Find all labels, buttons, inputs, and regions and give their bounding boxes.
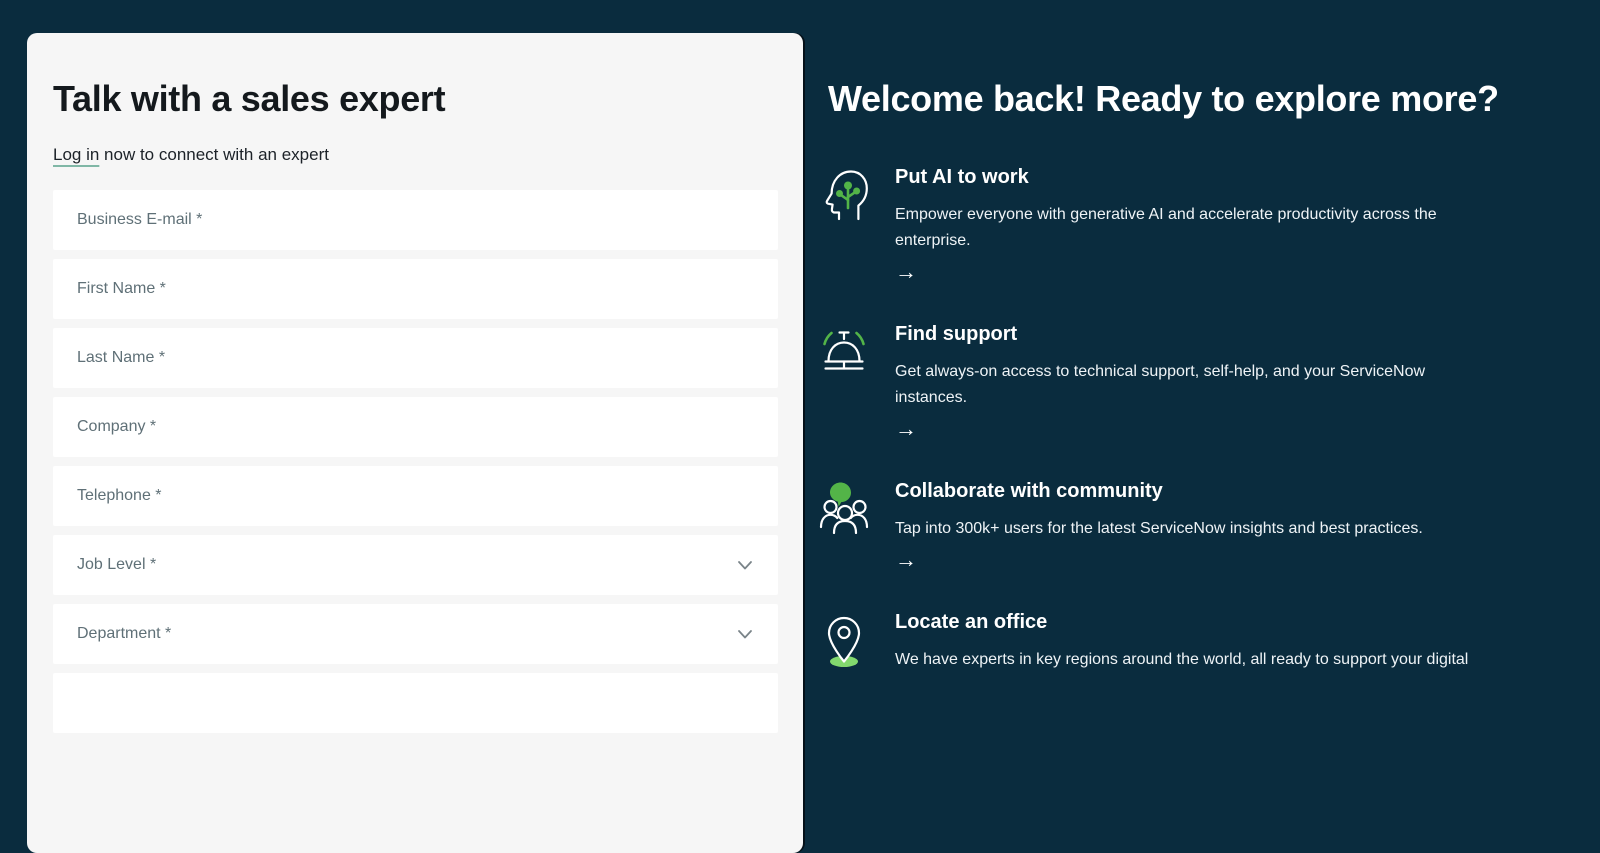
form-title: Talk with a sales expert	[53, 78, 446, 119]
department-select[interactable]: Department *	[53, 604, 778, 664]
welcome-title: Welcome back! Ready to explore more?	[828, 78, 1499, 119]
feature-title: Find support	[895, 323, 1018, 345]
service-bell-icon	[818, 321, 870, 441]
feature-text: Collaborate with community Tap into 300k…	[895, 478, 1423, 572]
login-prompt: Log in now to connect with an expert	[53, 145, 777, 165]
job-level-select[interactable]: Job Level *	[53, 535, 778, 595]
login-prompt-text: now to connect with an expert	[99, 145, 329, 164]
form-field-partial[interactable]	[53, 673, 778, 733]
feature-find-support: Find support Get always-on access to tec…	[818, 321, 1538, 441]
chevron-down-icon	[738, 629, 752, 638]
telephone-input[interactable]	[53, 466, 778, 526]
community-people-icon	[818, 478, 870, 572]
form-fields: Job Level * Department *	[53, 190, 778, 733]
job-level-label: Job Level *	[77, 556, 157, 573]
arrow-link-icon[interactable]: →	[895, 418, 917, 440]
sales-expert-form-card: Talk with a sales expert Log in now to c…	[27, 33, 803, 853]
feature-list: Put AI to work Empower everyone with gen…	[818, 164, 1538, 674]
chevron-down-icon	[738, 560, 752, 569]
first-name-input[interactable]	[53, 259, 778, 319]
first-name-field	[53, 259, 778, 319]
telephone-field	[53, 466, 778, 526]
arrow-link-icon[interactable]: →	[895, 549, 917, 571]
feature-title: Collaborate with community	[895, 480, 1163, 502]
ai-head-icon	[818, 164, 870, 284]
last-name-input[interactable]	[53, 328, 778, 388]
arrow-link-icon[interactable]: →	[895, 261, 917, 283]
company-input[interactable]	[53, 397, 778, 457]
last-name-field	[53, 328, 778, 388]
feature-locate-office: Locate an office We have experts in key …	[818, 609, 1538, 674]
feature-title: Put AI to work	[895, 166, 1029, 188]
business-email-field	[53, 190, 778, 250]
log-in-link[interactable]: Log in	[53, 145, 99, 164]
feature-description: Empower everyone with generative AI and …	[895, 206, 1437, 249]
feature-title: Locate an office	[895, 611, 1048, 633]
feature-description: We have experts in key regions around th…	[895, 651, 1469, 668]
feature-text: Find support Get always-on access to tec…	[895, 321, 1493, 441]
feature-description: Tap into 300k+ users for the latest Serv…	[895, 520, 1423, 537]
feature-text: Locate an office We have experts in key …	[895, 609, 1468, 674]
feature-collaborate-community: Collaborate with community Tap into 300k…	[818, 478, 1538, 572]
feature-put-ai-to-work: Put AI to work Empower everyone with gen…	[818, 164, 1538, 284]
company-field	[53, 397, 778, 457]
feature-text: Put AI to work Empower everyone with gen…	[895, 164, 1503, 284]
department-label: Department *	[77, 625, 172, 642]
feature-description: Get always-on access to technical suppor…	[895, 363, 1426, 406]
welcome-panel: Welcome back! Ready to explore more? Put…	[818, 78, 1538, 711]
business-email-input[interactable]	[53, 190, 778, 250]
location-pin-icon	[818, 609, 870, 674]
